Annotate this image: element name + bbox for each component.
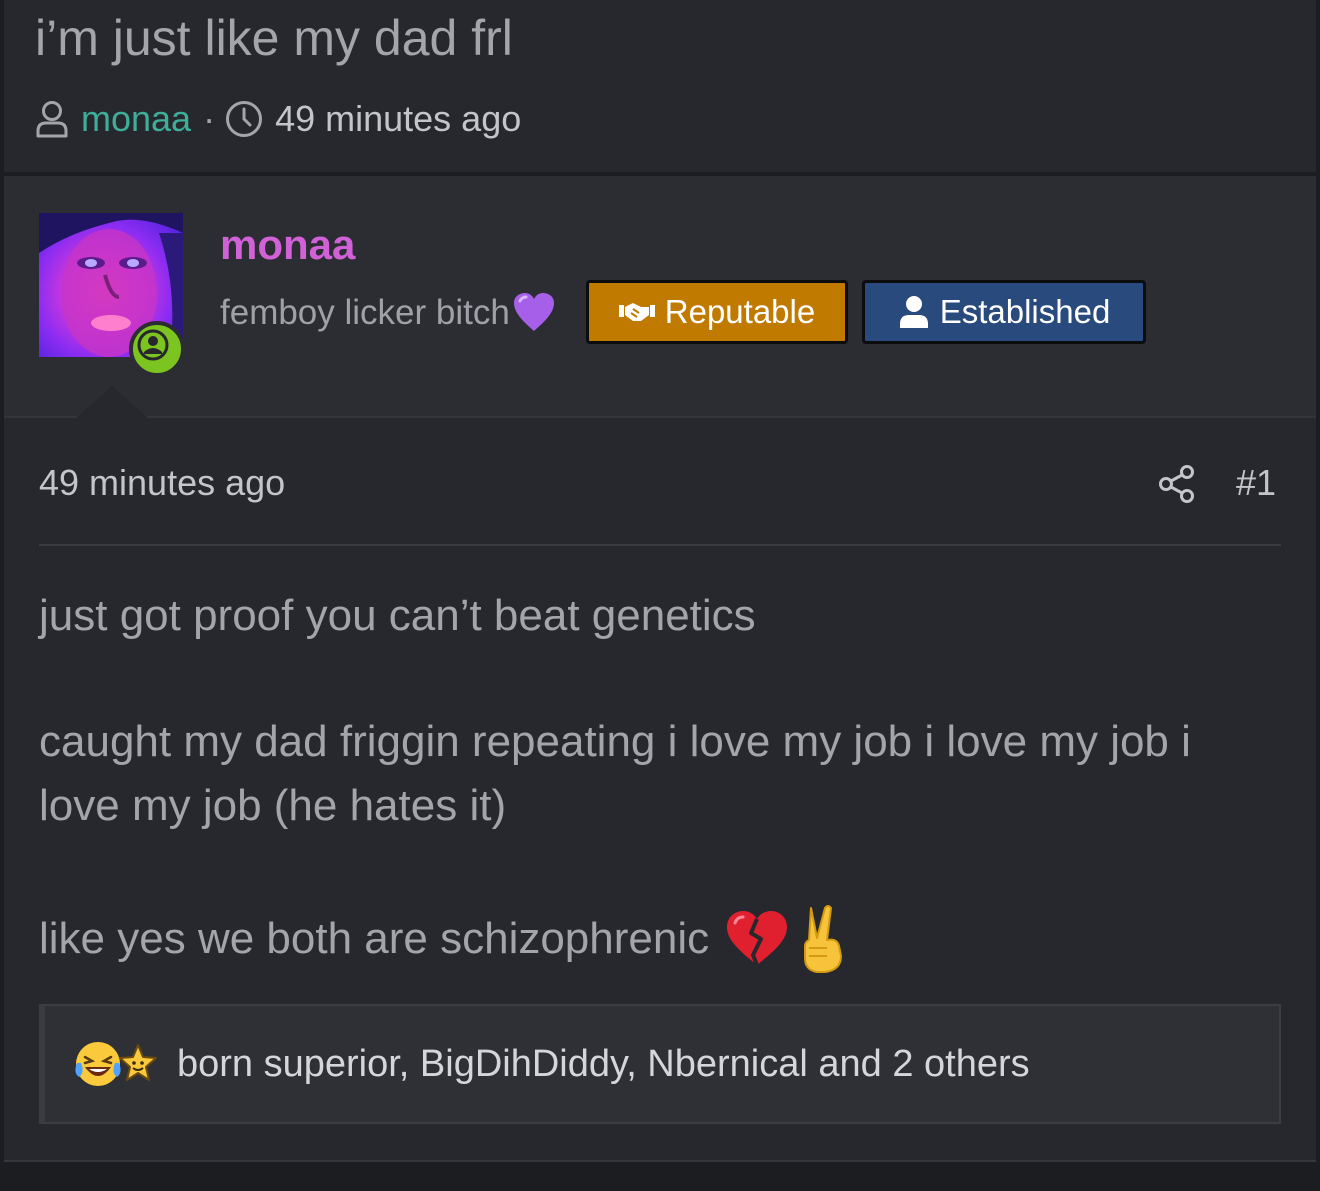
victory-hand-icon	[804, 905, 843, 973]
established-banner: Established	[862, 280, 1146, 344]
post-username[interactable]: monaa	[220, 220, 355, 270]
post-number-link[interactable]: #1	[1236, 462, 1276, 504]
purple-heart-icon	[513, 293, 554, 331]
meta-separator: ·	[203, 98, 216, 139]
thread-time[interactable]: 49 minutes ago	[275, 98, 521, 140]
post-body: 49 minutes ago #1 just got proof you can…	[4, 418, 1316, 1160]
reputable-banner: Reputable	[586, 280, 848, 344]
post-date[interactable]: 49 minutes ago	[39, 462, 285, 504]
clock-icon	[226, 101, 263, 137]
handshake-icon	[618, 303, 655, 321]
reactions-bar[interactable]: born superior, BigDihDiddy, Nbernical an…	[39, 1004, 1281, 1124]
thread-header: i’m just like my dad frl monaa · 49 minu…	[4, 0, 1316, 172]
bottom-divider	[4, 1160, 1316, 1162]
thread-title: i’m just like my dad frl	[35, 10, 513, 66]
thread-author-link[interactable]: monaa	[81, 98, 191, 140]
broken-heart-icon	[727, 911, 788, 966]
laughing-tears-icon	[75, 1042, 121, 1086]
thread-meta: monaa · 49 minutes ago	[35, 96, 521, 142]
person-icon	[899, 296, 928, 328]
reputable-label: Reputable	[664, 293, 816, 330]
reaction-users[interactable]: born superior, BigDihDiddy, Nbernical an…	[177, 1043, 1030, 1086]
star-face-icon	[119, 1044, 157, 1081]
online-user-icon	[137, 329, 169, 361]
post-paragraph: caught my dad friggin repeating i love m…	[39, 717, 1191, 830]
user-icon	[36, 101, 68, 138]
user-title: femboy licker bitch	[220, 288, 556, 338]
user-bar-pointer	[76, 386, 148, 418]
reaction-icons	[73, 1039, 159, 1089]
established-label: Established	[939, 293, 1111, 330]
post-divider	[39, 544, 1281, 546]
post-paragraph-with-emoji: like yes we both are schizophrenic	[39, 904, 1279, 974]
post-paragraph: just got proof you can’t beat genetics	[39, 591, 756, 640]
page: i’m just like my dad frl monaa · 49 minu…	[0, 0, 1320, 1191]
share-icon[interactable]	[1158, 464, 1196, 504]
post: monaa femboy licker bitch Reputable Esta…	[4, 176, 1316, 1160]
user-title-text: femboy licker bitch	[220, 293, 510, 332]
online-status-badge	[129, 321, 185, 377]
post-paragraph: like yes we both are schizophrenic	[39, 914, 710, 963]
post-user-bar: monaa femboy licker bitch Reputable Esta…	[4, 176, 1316, 418]
